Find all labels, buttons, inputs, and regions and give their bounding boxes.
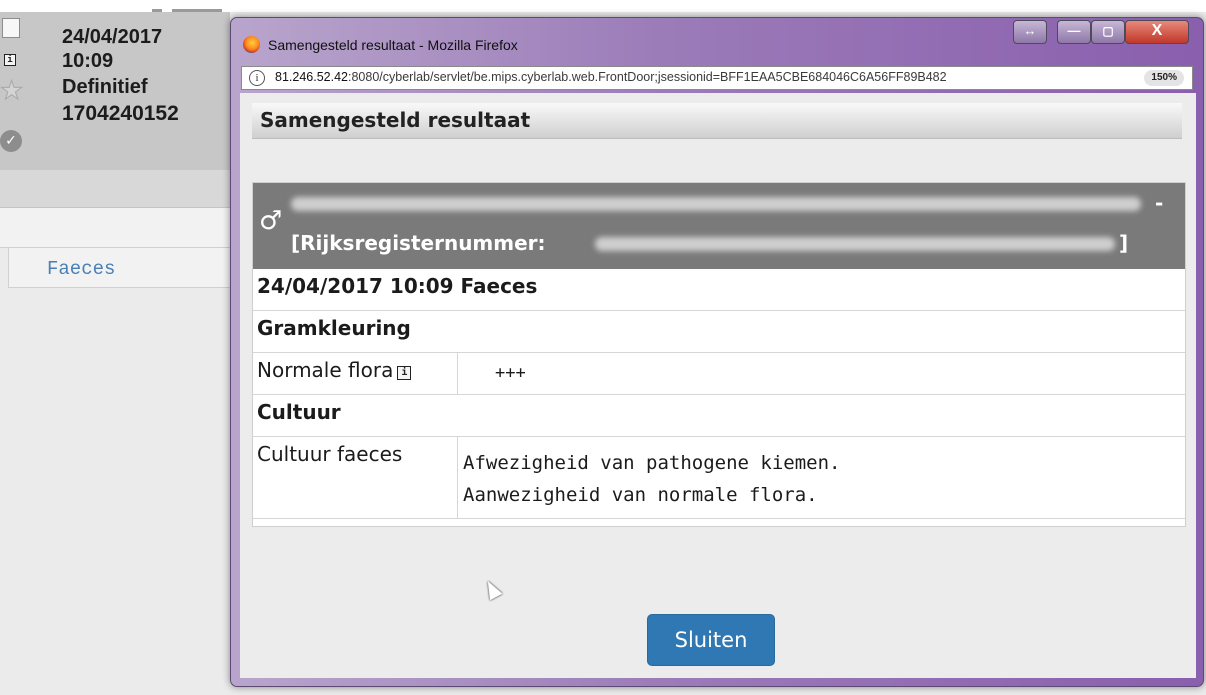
section-title-cultuur: Cultuur <box>257 400 341 424</box>
list-item-faeces[interactable]: Faeces <box>8 248 230 288</box>
record-time: 10:09 <box>62 50 114 72</box>
redacted-rr-number <box>595 237 1115 251</box>
window-title: Samengesteld resultaat - Mozilla Firefox <box>268 37 518 53</box>
list-item-label[interactable]: Faeces <box>47 258 115 280</box>
page-content: Samengesteld resultaat ♂ - [Rijksregiste… <box>240 93 1196 678</box>
minimize-button[interactable]: — <box>1057 20 1091 44</box>
resize-button[interactable]: ↔ <box>1013 20 1047 44</box>
url-path: :8080/cyberlab/servlet/be.mips.cyberlab.… <box>348 70 947 84</box>
row-label: Normale flora i <box>257 358 412 382</box>
url-text[interactable]: 81.246.52.42:8080/cyberlab/servlet/be.mi… <box>275 70 947 84</box>
firefox-icon <box>243 36 260 53</box>
row-value: +++ <box>495 363 526 383</box>
male-icon: ♂ <box>259 206 283 236</box>
mouse-cursor-icon <box>481 577 503 601</box>
info-icon[interactable]: i <box>397 366 412 380</box>
info-icon[interactable]: i <box>4 54 16 66</box>
column-divider <box>457 437 458 519</box>
record-status: Definitief <box>62 76 148 98</box>
close-window-button[interactable]: X <box>1125 20 1189 44</box>
sample-header-row: 24/04/2017 10:09 Faeces <box>253 269 1185 311</box>
maximize-button[interactable]: ▢ <box>1091 20 1125 44</box>
sample-header: 24/04/2017 10:09 Faeces <box>257 274 538 298</box>
row-label-text: Normale flora <box>257 358 394 382</box>
url-bar[interactable]: i 81.246.52.42:8080/cyberlab/servlet/be.… <box>241 66 1193 90</box>
table-row: Normale flora i +++ <box>253 353 1185 395</box>
firefox-popup-window[interactable]: Samengesteld resultaat - Mozilla Firefox… <box>230 17 1204 687</box>
list-row-empty <box>0 208 230 248</box>
close-button[interactable]: Sluiten <box>647 614 775 666</box>
patient-separator: - <box>1155 191 1164 215</box>
section-header-row: Gramkleuring <box>253 311 1185 353</box>
check-circle-icon: ✓ <box>0 130 22 152</box>
rr-label: [Rijksregisternummer: <box>291 231 546 255</box>
table-row: Cultuur faeces Afwezigheid van pathogene… <box>253 437 1185 519</box>
row-value-line-1: Afwezigheid van pathogene kiemen. <box>463 452 841 474</box>
record-summary[interactable]: i ★ ✓ 24/04/2017 10:09 Definitief 170424… <box>0 12 230 170</box>
column-divider <box>457 353 458 395</box>
top-bar <box>0 0 1206 12</box>
dialog-title: Samengesteld resultaat <box>260 108 531 132</box>
url-host: 81.246.52.42 <box>275 70 348 84</box>
select-checkbox[interactable] <box>2 18 20 38</box>
record-number: 1704240152 <box>62 102 179 125</box>
patient-header: ♂ - [Rijksregisternummer: ] <box>253 183 1185 269</box>
section-header-row: Cultuur <box>253 395 1185 437</box>
list-band <box>0 170 230 208</box>
zoom-indicator[interactable]: 150% <box>1144 70 1184 86</box>
dialog-header: Samengesteld resultaat <box>252 103 1182 139</box>
redacted-patient-name <box>291 197 1141 211</box>
row-value-line-2: Aanwezigheid van normale flora. <box>463 484 818 506</box>
section-title-gramkleuring: Gramkleuring <box>257 316 411 340</box>
row-label: Cultuur faeces <box>257 442 403 466</box>
site-info-icon[interactable]: i <box>249 70 265 86</box>
rr-close-bracket: ] <box>1119 231 1129 255</box>
result-table: ♂ - [Rijksregisternummer: ] 24/04/2017 1… <box>252 182 1186 527</box>
star-icon[interactable]: ★ <box>0 78 24 105</box>
record-date: 24/04/2017 <box>62 26 163 48</box>
